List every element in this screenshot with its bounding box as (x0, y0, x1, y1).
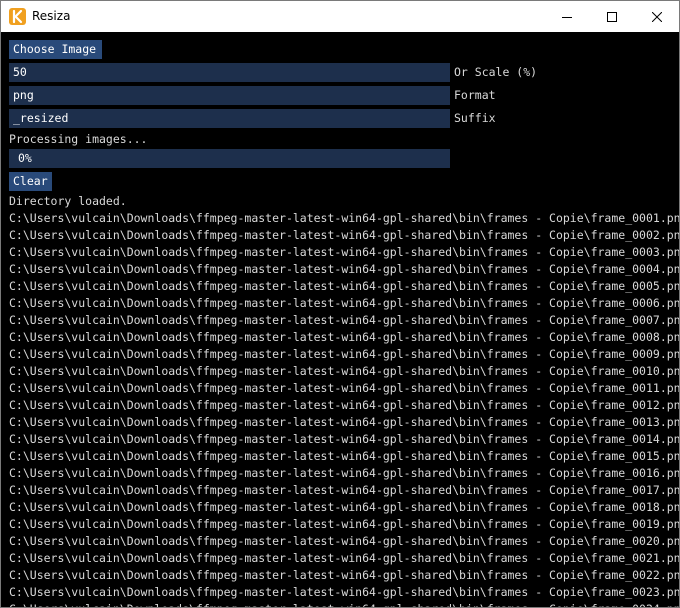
log-line: C:\Users\vulcain\Downloads\ffmpeg-master… (9, 534, 679, 548)
format-input[interactable]: png (9, 86, 450, 105)
log-line: Directory loaded. (9, 194, 127, 208)
maximize-icon (606, 11, 617, 22)
progress-bar: 0% (9, 149, 450, 168)
log-line: C:\Users\vulcain\Downloads\ffmpeg-master… (9, 449, 679, 463)
log-line: C:\Users\vulcain\Downloads\ffmpeg-master… (9, 415, 679, 429)
log-line: C:\Users\vulcain\Downloads\ffmpeg-master… (9, 551, 679, 565)
close-icon (651, 11, 662, 22)
log-line: C:\Users\vulcain\Downloads\ffmpeg-master… (9, 466, 679, 480)
status-text: Processing images... (9, 132, 148, 146)
log-line: C:\Users\vulcain\Downloads\ffmpeg-master… (9, 296, 679, 310)
maximize-button[interactable] (589, 1, 634, 32)
main-panel: Choose Image 50 Or Scale (%) png Format … (1, 32, 679, 607)
log-line: C:\Users\vulcain\Downloads\ffmpeg-master… (9, 585, 679, 599)
log-line: C:\Users\vulcain\Downloads\ffmpeg-master… (9, 500, 679, 514)
close-button[interactable] (634, 1, 679, 32)
log-line: C:\Users\vulcain\Downloads\ffmpeg-master… (9, 279, 679, 293)
log-line: C:\Users\vulcain\Downloads\ffmpeg-master… (9, 432, 679, 446)
title-bar[interactable]: Resiza (1, 1, 679, 32)
scale-input[interactable]: 50 (9, 63, 450, 82)
suffix-input[interactable]: _resized (9, 109, 450, 128)
log-line: C:\Users\vulcain\Downloads\ffmpeg-master… (9, 601, 679, 607)
scale-label: Or Scale (%) (454, 65, 538, 79)
log-line: C:\Users\vulcain\Downloads\ffmpeg-master… (9, 245, 679, 259)
log-line: C:\Users\vulcain\Downloads\ffmpeg-master… (9, 568, 679, 582)
minimize-icon (561, 16, 572, 18)
suffix-label: Suffix (454, 111, 496, 125)
log-line: C:\Users\vulcain\Downloads\ffmpeg-master… (9, 381, 679, 395)
log-line: C:\Users\vulcain\Downloads\ffmpeg-master… (9, 313, 679, 327)
format-label: Format (454, 88, 496, 102)
log-line: C:\Users\vulcain\Downloads\ffmpeg-master… (9, 211, 679, 225)
log-line: C:\Users\vulcain\Downloads\ffmpeg-master… (9, 330, 679, 344)
log-line: C:\Users\vulcain\Downloads\ffmpeg-master… (9, 228, 679, 242)
log-line: C:\Users\vulcain\Downloads\ffmpeg-master… (9, 364, 679, 378)
log-output[interactable]: Directory loaded. C:\Users\vulcain\Downlo… (9, 193, 679, 607)
log-line: C:\Users\vulcain\Downloads\ffmpeg-master… (9, 483, 679, 497)
log-line: C:\Users\vulcain\Downloads\ffmpeg-master… (9, 517, 679, 531)
app-window: Resiza Choose Image 50 Or Scale (%) png … (0, 0, 680, 608)
log-line: C:\Users\vulcain\Downloads\ffmpeg-master… (9, 262, 679, 276)
progress-text: 0% (18, 151, 32, 165)
choose-image-button[interactable]: Choose Image (9, 40, 102, 59)
log-line: C:\Users\vulcain\Downloads\ffmpeg-master… (9, 398, 679, 412)
window-title: Resiza (32, 9, 71, 23)
app-logo-icon (9, 8, 26, 25)
clear-button[interactable]: Clear (9, 172, 52, 191)
minimize-button[interactable] (544, 1, 589, 32)
log-line: C:\Users\vulcain\Downloads\ffmpeg-master… (9, 347, 679, 361)
